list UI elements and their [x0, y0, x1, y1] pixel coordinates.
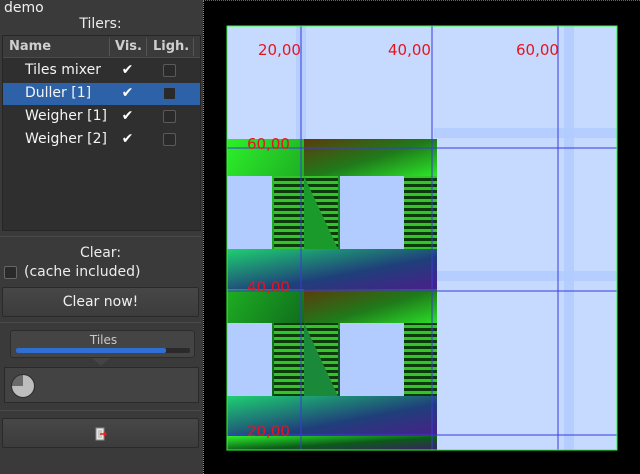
canvas-drawing[interactable]: 20,00 40,00 60,00 60,00 40,00 20,00	[204, 1, 640, 474]
ligh-checkbox[interactable]	[163, 110, 176, 123]
axis-label-side: 60,00	[247, 135, 290, 153]
tilers-panel: demo Tilers: Name Vis. Ligh. Tiles mixer…	[0, 0, 201, 474]
cache-checkbox[interactable]	[4, 266, 17, 279]
vis-checkbox[interactable]: ✔	[121, 86, 134, 100]
exit-button[interactable]	[2, 418, 199, 448]
window-title: demo	[4, 0, 44, 16]
divider	[0, 236, 201, 237]
tiles-progress-group: Tiles	[10, 330, 195, 358]
pie-progress-icon	[11, 374, 35, 398]
column-separator[interactable]	[146, 38, 147, 56]
tiles-label: Tiles	[89, 333, 118, 347]
tiler-name: Tiles mixer	[25, 62, 102, 78]
column-separator[interactable]	[193, 38, 194, 56]
progress-pie-box	[4, 367, 199, 403]
axis-label-side: 20,00	[247, 422, 290, 440]
divider	[0, 410, 201, 411]
tab-pointer	[92, 358, 110, 366]
tiles-progress-fill	[16, 348, 166, 353]
tilers-tree[interactable]: Name Vis. Ligh. Tiles mixer ✔ ( Duller […	[2, 35, 201, 231]
ligh-checkbox[interactable]	[163, 87, 176, 100]
ligh-checkbox[interactable]	[163, 133, 176, 146]
divider	[0, 322, 201, 323]
ligh-checkbox[interactable]	[163, 64, 176, 77]
axis-label-top: 40,00	[388, 41, 431, 59]
tiler-name: Weigher [1]	[25, 108, 107, 124]
tiles-progress-track	[16, 348, 190, 353]
clear-label: Clear:	[79, 245, 122, 261]
tree-header: Name Vis. Ligh.	[3, 36, 200, 58]
vis-checkbox[interactable]: ✔	[121, 109, 134, 123]
tilers-label: Tilers:	[79, 16, 122, 32]
truncated-column: (	[199, 85, 200, 101]
column-separator[interactable]	[109, 38, 110, 56]
vis-checkbox[interactable]: ✔	[121, 63, 134, 77]
column-vis[interactable]: Vis.	[115, 39, 142, 54]
truncated-column: (	[199, 62, 200, 78]
tree-row[interactable]: Tiles mixer ✔ (	[3, 60, 200, 82]
tree-row[interactable]: Weigher [2] ✔ (	[3, 129, 200, 151]
cache-label: (cache included)	[24, 264, 141, 280]
truncated-column: (	[199, 108, 200, 124]
tiler-name: Duller [1]	[25, 85, 92, 101]
tiler-name: Weigher [2]	[25, 131, 107, 147]
axis-label-side: 40,00	[247, 278, 290, 296]
vis-checkbox[interactable]: ✔	[121, 132, 134, 146]
exit-icon	[95, 427, 107, 441]
truncated-column: (	[199, 131, 200, 147]
axis-label-top: 60,00	[516, 41, 559, 59]
column-ligh[interactable]: Ligh.	[153, 39, 189, 54]
axis-label-top: 20,00	[258, 41, 301, 59]
tree-row-selected[interactable]: Duller [1] ✔ (	[3, 83, 200, 105]
clear-now-button[interactable]: Clear now!	[2, 287, 199, 317]
tree-row[interactable]: Weigher [1] ✔ (	[3, 106, 200, 128]
tile-canvas[interactable]: 20,00 40,00 60,00 60,00 40,00 20,00	[203, 0, 640, 474]
column-name[interactable]: Name	[9, 39, 51, 54]
